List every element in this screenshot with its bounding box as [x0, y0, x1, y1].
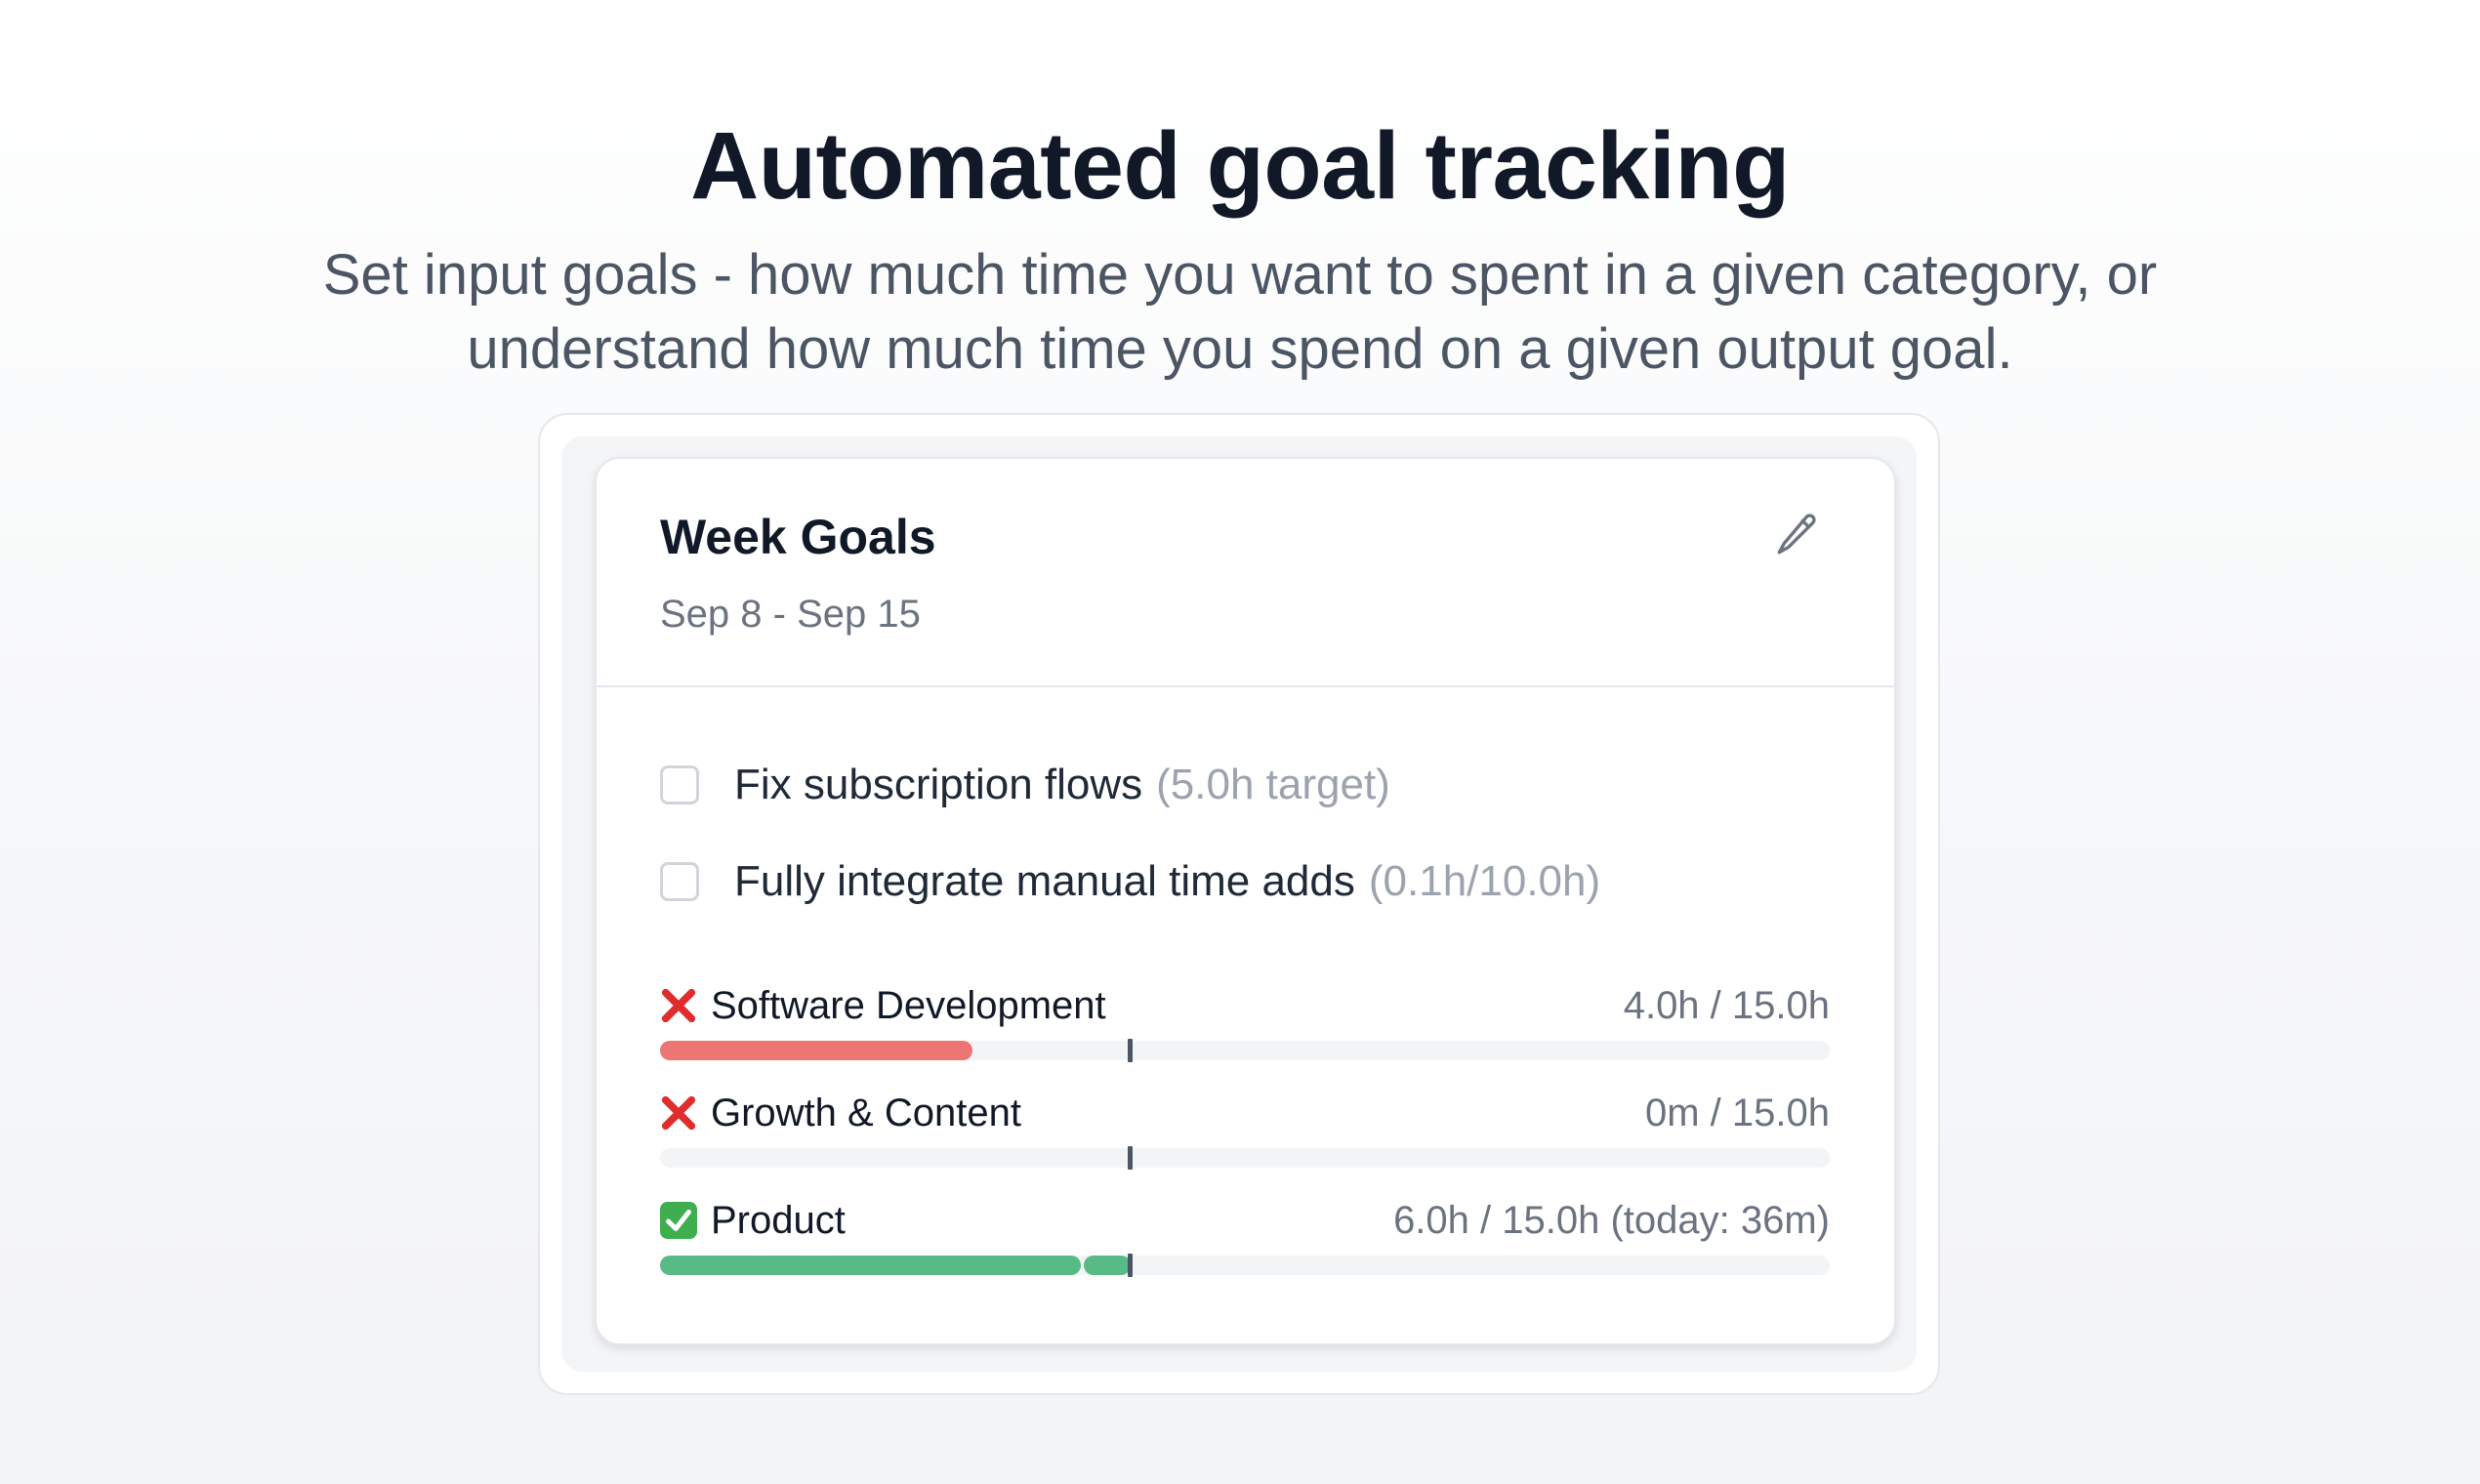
output-goal-meta: (5.0h target): [1156, 761, 1390, 808]
output-goal-item[interactable]: Fix subscription flows (5.0h target): [660, 756, 1390, 814]
input-goal-row: Growth & Content 0m / 15.0h: [660, 1086, 1830, 1170]
progress-bar-fill: [660, 1256, 1081, 1275]
input-goal-name: Software Development: [711, 983, 1106, 1027]
goal-checkbox[interactable]: [660, 862, 699, 901]
page-title: Automated goal tracking: [690, 112, 1790, 219]
output-goal-item[interactable]: Fully integrate manual time adds (0.1h/1…: [660, 852, 1600, 911]
output-goal-label: Fully integrate manual time adds: [734, 857, 1355, 905]
page-subtitle: Set input goals - how much time you want…: [322, 243, 2158, 381]
input-goal-row: Product 6.0h / 15.0h (today: 36m): [660, 1193, 1830, 1277]
expected-progress-marker: [1128, 1039, 1133, 1062]
progress-bar-fill: [660, 1041, 972, 1060]
cross-mark-icon: [660, 1094, 697, 1132]
card-date-range: Sep 8 - Sep 15: [660, 593, 921, 636]
input-goal-value: 6.0h / 15.0h (today: 36m): [1393, 1198, 1830, 1242]
input-goal-name: Growth & Content: [711, 1091, 1021, 1134]
expected-progress-marker: [1128, 1254, 1133, 1277]
goal-checkbox[interactable]: [660, 765, 699, 804]
pencil-icon[interactable]: [1773, 510, 1822, 558]
input-goal-name: Product: [711, 1198, 846, 1242]
expected-progress-marker: [1128, 1146, 1133, 1170]
card-title: Week Goals: [660, 510, 936, 564]
check-mark-icon: [660, 1202, 697, 1239]
output-goal-label: Fix subscription flows: [734, 761, 1143, 808]
output-goal-meta: (0.1h/10.0h): [1368, 857, 1601, 905]
input-goal-row: Software Development 4.0h / 15.0h: [660, 978, 1830, 1062]
progress-bar-track: [660, 1039, 1830, 1062]
progress-bar-track: [660, 1146, 1830, 1170]
progress-bar-today-fill: [1084, 1256, 1131, 1275]
input-goal-value: 4.0h / 15.0h: [1623, 983, 1830, 1027]
cross-mark-icon: [660, 987, 697, 1024]
progress-bar-track: [660, 1254, 1830, 1277]
card-divider: [597, 685, 1894, 687]
input-goal-value: 0m / 15.0h: [1644, 1091, 1830, 1134]
